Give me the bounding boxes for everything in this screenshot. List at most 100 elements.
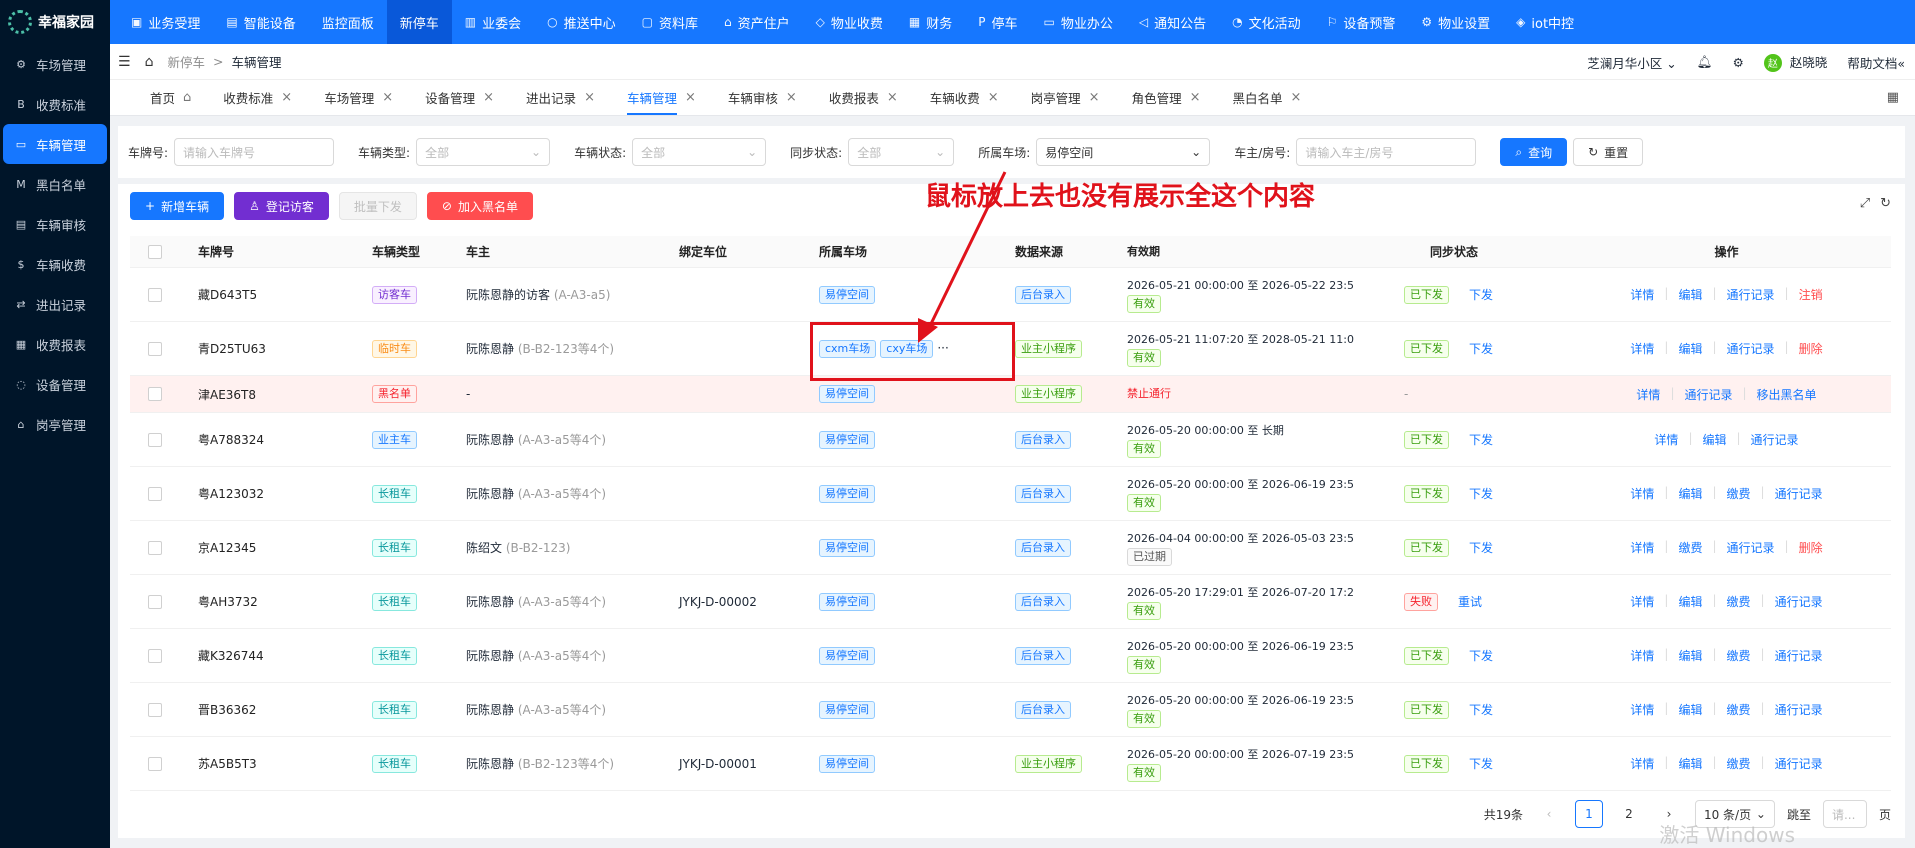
topnav-item-6[interactable]: ▢ 资料库 [629,0,711,44]
sidebar-item-4[interactable]: ▤ 车辆审核 [0,204,110,244]
op-link[interactable]: 缴费 [1727,755,1751,772]
op-link[interactable]: 详情 [1630,647,1654,664]
help-docs-link[interactable]: 帮助文档« [1847,53,1905,72]
op-link[interactable]: 通行记录 [1684,386,1732,403]
sync-action-link[interactable]: 下发 [1469,539,1493,556]
select-all-checkbox[interactable] [148,244,162,259]
topnav-item-14[interactable]: ⚐ 设备预警 [1314,0,1409,44]
op-link[interactable]: 缴费 [1678,539,1702,556]
op-link[interactable]: 缴费 [1727,647,1751,664]
topnav-item-16[interactable]: ◈ iot中控 [1503,0,1587,44]
close-icon[interactable]: × [1089,90,1100,105]
row-checkbox[interactable] [148,702,162,717]
op-link[interactable]: 删除 [1799,340,1823,357]
op-link[interactable]: 删除 [1799,539,1823,556]
op-link[interactable]: 缴费 [1727,593,1751,610]
status-select[interactable]: 全部 ⌄ [632,138,767,166]
op-link[interactable]: 详情 [1630,755,1654,772]
tab-4[interactable]: 进出记录 × [510,80,611,116]
op-link[interactable]: 缴费 [1727,701,1751,718]
lot-select[interactable]: 易停空间 ⌄ [1036,138,1211,166]
grid-icon[interactable]: ▦ [1887,90,1899,105]
fullscreen-icon[interactable]: ⤢ [1860,196,1870,211]
sidebar-item-8[interactable]: ◌ 设备管理 [0,364,110,404]
topnav-item-8[interactable]: ◇ 物业收费 [803,0,896,44]
op-link[interactable]: 通行记录 [1751,431,1799,448]
op-link[interactable]: 详情 [1630,701,1654,718]
gear-icon[interactable]: ⚙ [1733,55,1744,70]
sync-action-link[interactable]: 下发 [1469,647,1493,664]
op-link[interactable]: 详情 [1630,485,1654,502]
goto-input[interactable]: 请... [1822,800,1867,828]
topnav-item-11[interactable]: ▭ 物业办公 [1030,0,1125,44]
tab-10[interactable]: 角色管理 × [1116,80,1217,116]
op-link[interactable]: 详情 [1654,431,1678,448]
sync-action-link[interactable]: 下发 [1469,485,1493,502]
topnav-item-7[interactable]: ⌂ 资产住户 [711,0,803,44]
row-checkbox[interactable] [148,594,162,609]
op-link[interactable]: 移出黑名单 [1757,386,1817,403]
op-link[interactable]: 通行记录 [1775,701,1823,718]
refresh-icon[interactable]: ↻ [1880,196,1891,211]
row-checkbox[interactable] [148,432,162,447]
op-link[interactable]: 通行记录 [1727,286,1775,303]
op-link[interactable]: 编辑 [1678,647,1702,664]
close-icon[interactable]: × [887,90,898,105]
close-icon[interactable]: × [685,90,696,105]
op-link[interactable]: 详情 [1630,340,1654,357]
op-link[interactable]: 详情 [1630,286,1654,303]
close-icon[interactable]: × [382,90,393,105]
add-vehicle-button[interactable]: + 新增车辆 [130,192,225,220]
sync-select[interactable]: 全部 ⌄ [848,138,955,166]
sidebar-item-7[interactable]: ▦ 收费报表 [0,324,110,364]
prev-page-button[interactable]: ‹ [1534,800,1563,828]
sidebar-item-1[interactable]: B 收费标准 [0,84,110,124]
tab-11[interactable]: 黑白名单 × [1217,80,1318,116]
op-link[interactable]: 编辑 [1678,593,1702,610]
reset-button[interactable]: ↻ 重置 [1573,138,1644,166]
tab-6[interactable]: 车辆审核 × [712,80,813,116]
row-checkbox[interactable] [148,387,162,401]
topnav-item-13[interactable]: ◔ 文化活动 [1219,0,1314,44]
sidebar-item-2[interactable]: ▭ 车辆管理 [3,124,107,164]
batch-issue-button[interactable]: 批量下发 [338,192,417,220]
page-2-button[interactable]: 2 [1614,800,1643,828]
sidebar-item-3[interactable]: M 黑白名单 [0,164,110,204]
row-checkbox[interactable] [148,540,162,555]
breadcrumb-parent[interactable]: 新停车 [167,52,205,71]
op-link[interactable]: 通行记录 [1775,755,1823,772]
topnav-item-10[interactable]: P 停车 [965,0,1030,44]
close-icon[interactable]: × [281,90,292,105]
tab-1[interactable]: 收费标准 × [207,80,308,116]
close-icon[interactable]: × [988,90,999,105]
close-icon[interactable]: × [483,90,494,105]
topnav-item-0[interactable]: ▣ 业务受理 [118,0,213,44]
op-link[interactable]: 编辑 [1678,340,1702,357]
row-checkbox[interactable] [148,341,162,356]
tab-0[interactable]: 首页 ⌂ [134,80,207,116]
op-link[interactable]: 编辑 [1678,286,1702,303]
tab-9[interactable]: 岗亭管理 × [1015,80,1116,116]
row-checkbox[interactable] [148,648,162,663]
close-icon[interactable]: × [1190,90,1201,105]
topnav-item-2[interactable]: 监控面板 [309,0,387,44]
row-checkbox[interactable] [148,287,162,302]
search-button[interactable]: ⌕ 查询 [1500,138,1568,166]
sync-action-link[interactable]: 下发 [1469,286,1493,303]
op-link[interactable]: 通行记录 [1727,340,1775,357]
op-link[interactable]: 编辑 [1678,485,1702,502]
bell-icon[interactable]: 🔔︎ [1697,54,1713,70]
op-link[interactable]: 编辑 [1678,701,1702,718]
row-checkbox[interactable] [148,756,162,771]
topnav-item-4[interactable]: ▥ 业委会 [452,0,534,44]
topnav-item-12[interactable]: ◁ 通知公告 [1126,0,1219,44]
user-menu[interactable]: 赵赵晓晓 [1763,52,1827,72]
op-link[interactable]: 通行记录 [1775,593,1823,610]
op-link[interactable]: 通行记录 [1775,647,1823,664]
owner-input[interactable]: 请输入车主/房号 [1296,138,1477,166]
community-selector[interactable]: 芝澜月华小区 ⌄ [1587,53,1676,72]
tab-3[interactable]: 设备管理 × [409,80,510,116]
close-icon[interactable]: × [584,90,595,105]
op-link[interactable]: 编辑 [1678,755,1702,772]
tab-5[interactable]: 车辆管理 × [611,80,712,116]
